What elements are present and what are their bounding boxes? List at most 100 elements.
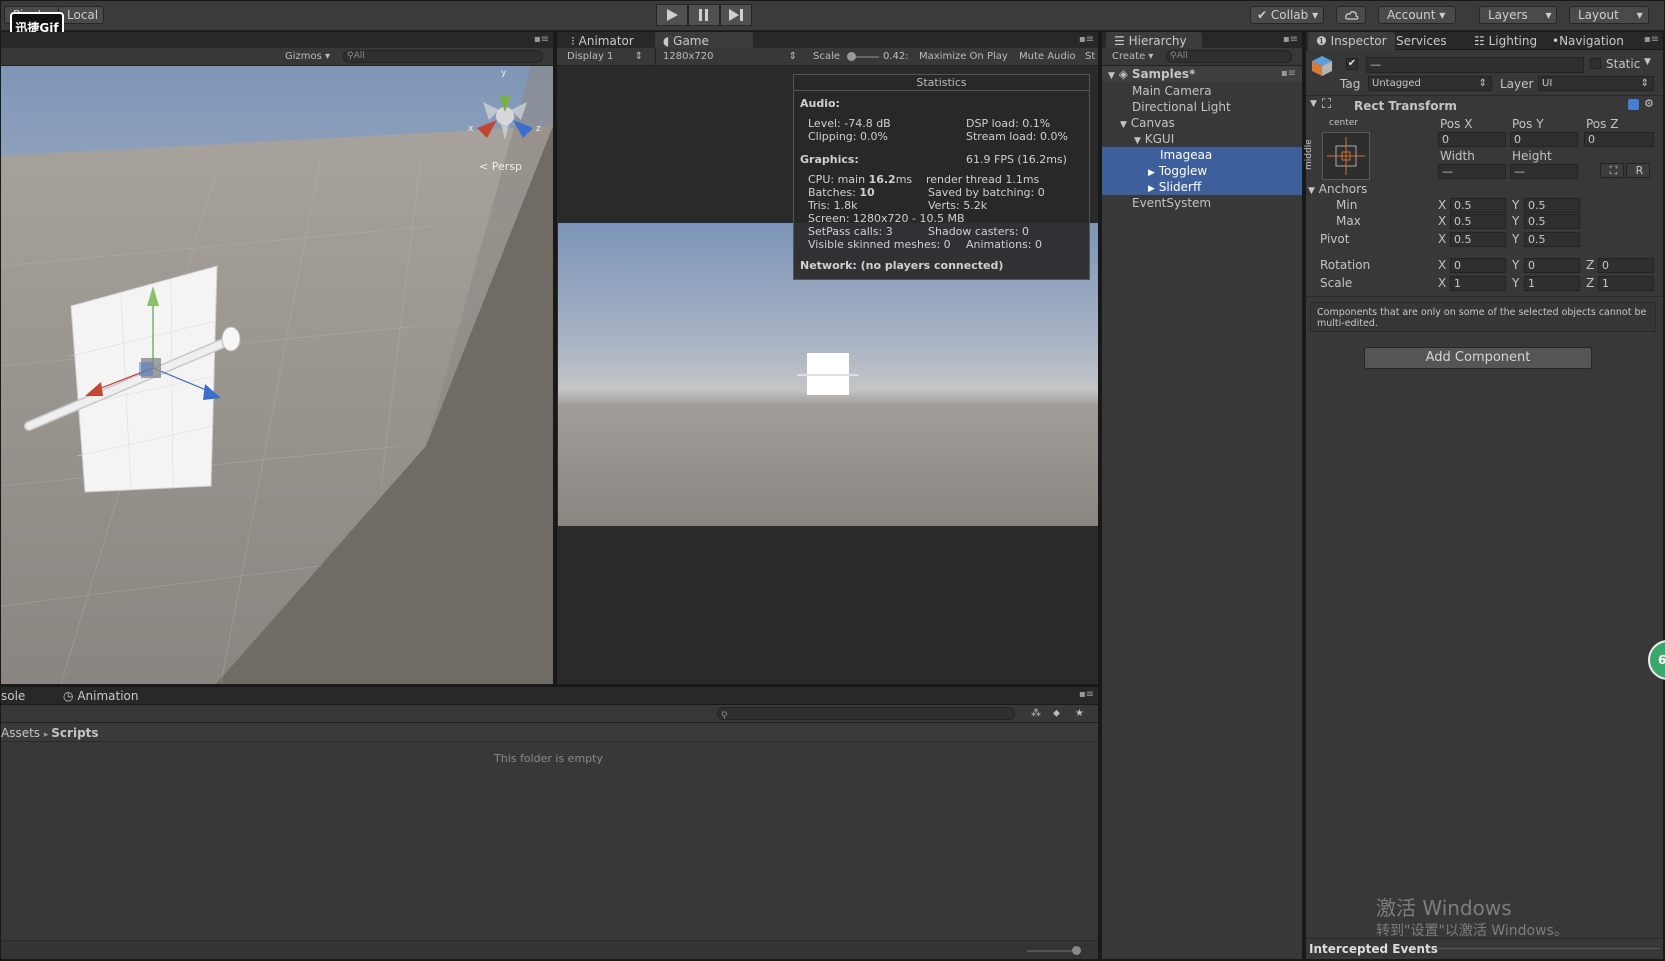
divider (1436, 948, 1660, 949)
tab-animation[interactable]: ◷ Animation (55, 687, 147, 705)
project-search-input[interactable]: ⚲ (717, 707, 1015, 720)
layout-dropdown[interactable]: Layout ▾ (1569, 6, 1649, 24)
display-dropdown[interactable]: Display 1 ⇕ (567, 48, 643, 66)
height-input[interactable]: — (1510, 164, 1578, 179)
pos-x-input[interactable]: 0 (1438, 132, 1506, 147)
tag-dropdown[interactable]: Untagged ⇕ (1368, 76, 1492, 91)
chevron-left-icon: < (479, 160, 489, 173)
maximize-on-play-toggle[interactable]: Maximize On Play (919, 48, 1008, 66)
panel-menu-icon[interactable]: ▪≡ (534, 34, 549, 45)
scale-slider-thumb[interactable] (847, 52, 856, 61)
stats-fps: 61.9 FPS (16.2ms) (966, 153, 1067, 166)
raw-edit-button[interactable]: R (1626, 163, 1650, 178)
step-button[interactable] (720, 4, 752, 26)
hierarchy-item-directional-light[interactable]: Directional Light (1132, 99, 1231, 115)
scale-slider[interactable] (847, 52, 879, 61)
help-icon[interactable] (1628, 99, 1639, 110)
favorite-star-icon[interactable]: ★ (1075, 705, 1084, 723)
pivot-y-input[interactable]: 0.5 (1524, 232, 1580, 247)
hierarchy-item-canvas[interactable]: ▼ Canvas (1120, 115, 1175, 131)
layer-dropdown[interactable]: UI ⇕ (1538, 76, 1654, 91)
anchors-foldout[interactable]: ▼ Anchors (1308, 182, 1367, 196)
hierarchy-search-input[interactable]: ⚲All (1166, 50, 1292, 63)
step-icon (729, 9, 743, 21)
stats-toggle[interactable]: St (1085, 48, 1095, 66)
icon-size-slider-thumb[interactable] (1072, 946, 1081, 955)
blueprint-mode-button[interactable]: ⛶ (1600, 163, 1624, 178)
scene-menu-icon[interactable]: ▪≡ (1281, 66, 1296, 82)
active-checkbox[interactable]: ✔ (1346, 58, 1358, 70)
scale-z-input[interactable]: 1 (1598, 276, 1654, 291)
cloud-button[interactable] (1336, 6, 1366, 24)
breadcrumb-assets[interactable]: Assets (1, 726, 40, 740)
hierarchy-item-imageaa[interactable]: Imageaa (1102, 147, 1302, 163)
breadcrumb: Assets ▸ Scripts (1, 724, 1098, 742)
width-input[interactable]: — (1438, 164, 1506, 179)
tab-console[interactable]: sole (1, 687, 33, 705)
gizmo-axis-z: z (536, 124, 541, 134)
gizmos-dropdown[interactable]: Gizmos ▾ (285, 48, 330, 66)
statistics-overlay: Statistics Audio: Level: -74.8 dB DSP lo… (793, 74, 1090, 280)
layers-dropdown[interactable]: Layers ▾ (1479, 6, 1557, 24)
stats-network: Network: (no players connected) (800, 259, 1004, 272)
gear-icon[interactable]: ⚙ (1644, 97, 1654, 110)
add-component-button[interactable]: Add Component (1364, 347, 1592, 369)
pos-y-input[interactable]: 0 (1510, 132, 1578, 147)
pause-button[interactable] (688, 4, 720, 26)
hierarchy-item-sliderff[interactable]: ▶ Sliderff (1102, 179, 1302, 195)
hierarchy-item-eventsystem[interactable]: EventSystem (1132, 195, 1211, 211)
pos-z-input[interactable]: 0 (1584, 132, 1654, 147)
rotation-y-input[interactable]: 0 (1524, 258, 1580, 273)
scene-viewport[interactable]: y x z < Persp (1, 66, 553, 684)
divider (1306, 95, 1663, 96)
scene-header[interactable]: ▼ ◈ Samples* ▪≡ (1102, 66, 1302, 82)
resolution-dropdown[interactable]: 1280x720 ⇕ (655, 48, 803, 66)
rect-transform-header[interactable]: ▼ ⛶ Rect Transform ⚙ (1306, 97, 1663, 115)
account-dropdown[interactable]: Account ▾ (1378, 6, 1456, 24)
tab-lighting[interactable]: ☷ Lighting (1466, 32, 1545, 50)
scale-x-input[interactable]: 1 (1450, 276, 1506, 291)
collab-dropdown[interactable]: ✔ Collab ▾ (1250, 6, 1324, 24)
hierarchy-item-main-camera[interactable]: Main Camera (1132, 83, 1212, 99)
scene-search-input[interactable]: ⚲All (343, 50, 543, 63)
persp-toggle[interactable]: < Persp (479, 160, 522, 173)
anchor-min-x-input[interactable]: 0.5 (1450, 198, 1506, 213)
intercepted-events-header[interactable]: Intercepted Events (1306, 938, 1663, 958)
mute-audio-toggle[interactable]: Mute Audio (1019, 48, 1076, 66)
play-icon (667, 9, 678, 21)
chevron-down-icon: ▼ (1108, 71, 1115, 81)
anchor-max-y-input[interactable]: 0.5 (1524, 214, 1580, 229)
filter-label-icon[interactable]: ⬥ (1053, 705, 1060, 723)
hierarchy-item-kgui[interactable]: ▼ KGUI (1134, 131, 1174, 147)
tab-inspector[interactable]: ❶ Inspector (1308, 32, 1395, 50)
create-dropdown[interactable]: Create ▾ (1112, 48, 1153, 66)
local-toggle[interactable]: Local (58, 6, 104, 24)
breadcrumb-scripts[interactable]: Scripts (51, 726, 98, 740)
chevron-down-icon: ▼ (1308, 186, 1315, 196)
scale-y-input[interactable]: 1 (1524, 276, 1580, 291)
panel-menu-icon[interactable]: ▪≡ (1079, 689, 1094, 700)
object-name-input[interactable]: — (1366, 57, 1584, 73)
anchor-presets-button[interactable] (1322, 132, 1370, 180)
chevron-down-icon[interactable]: ▼ (1644, 57, 1651, 67)
pivot-x-input[interactable]: 0.5 (1450, 232, 1506, 247)
min-label: Min (1336, 198, 1358, 212)
lock-icon[interactable]: ▪≡ (1644, 34, 1659, 45)
chevron-down-icon: ▾ (1439, 8, 1446, 22)
anchor-max-x-input[interactable]: 0.5 (1450, 214, 1506, 229)
hierarchy-item-togglew[interactable]: ▶ Togglew (1102, 163, 1302, 179)
clock-icon: ◷ (63, 689, 74, 703)
icon-size-slider[interactable] (1027, 946, 1081, 955)
panel-menu-icon[interactable]: ▪≡ (1079, 34, 1094, 45)
filter-type-icon[interactable]: ⁂ (1031, 705, 1041, 723)
rect-transform-icon: ⛶ (1322, 97, 1332, 112)
pos-x-label: Pos X (1440, 117, 1473, 131)
lock-icon[interactable]: ▪≡ (1283, 34, 1298, 45)
rotation-x-input[interactable]: 0 (1450, 258, 1506, 273)
anchor-min-y-input[interactable]: 0.5 (1524, 198, 1580, 213)
rotation-z-input[interactable]: 0 (1598, 258, 1654, 273)
tab-services[interactable]: Services (1388, 32, 1455, 50)
static-checkbox[interactable] (1590, 58, 1601, 69)
tab-navigation[interactable]: •Navigation (1544, 32, 1632, 50)
play-button[interactable] (656, 4, 688, 26)
